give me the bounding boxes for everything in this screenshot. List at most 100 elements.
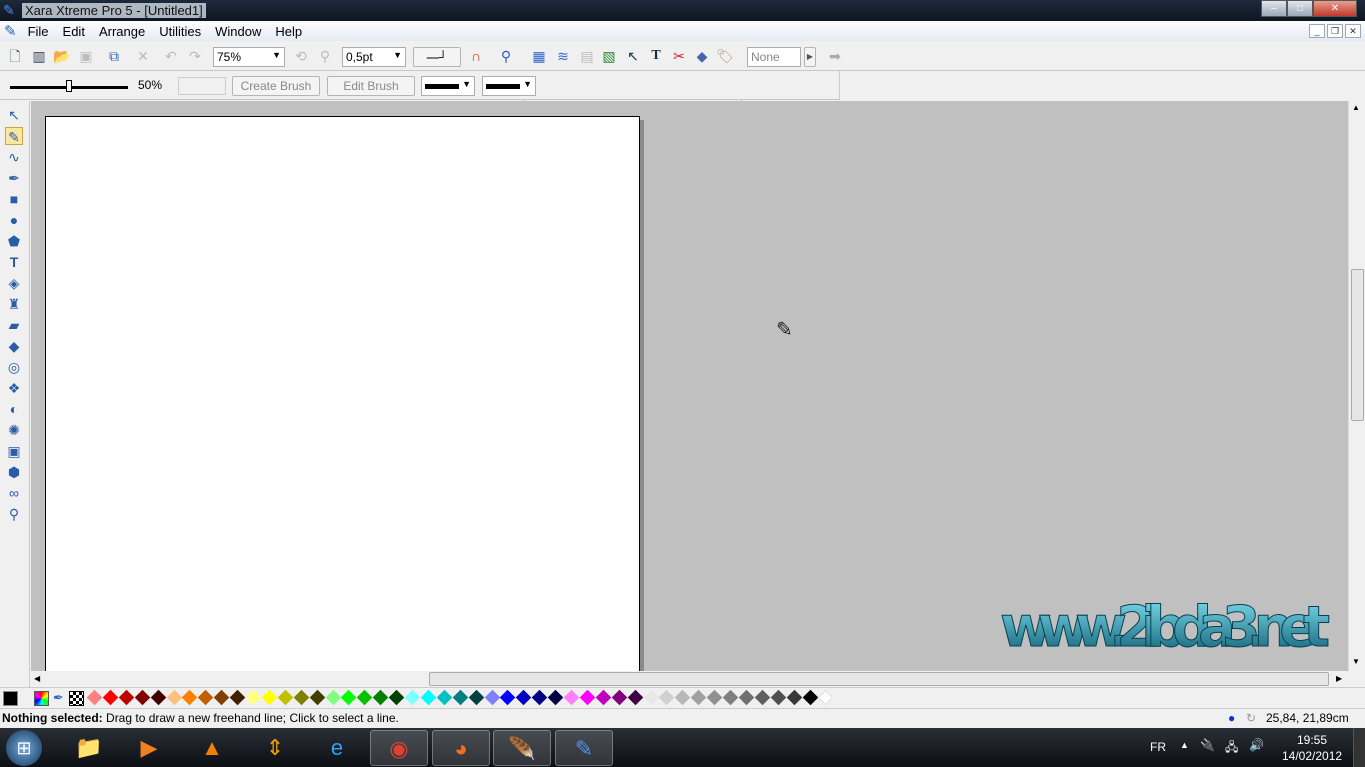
start-button[interactable]: ⊞: [6, 730, 42, 766]
bitmap-gallery-icon[interactable]: ▧: [600, 47, 618, 65]
shape-editor-tool-icon[interactable]: ✒: [5, 169, 23, 187]
dotted-path-icon[interactable]: ⚲: [497, 47, 515, 65]
colour-swatch[interactable]: [341, 689, 357, 706]
taskbar-vlc-button[interactable]: ▲: [183, 730, 241, 766]
horizontal-scroll-thumb[interactable]: [429, 672, 1329, 686]
forward-arrow-icon[interactable]: ➡: [826, 47, 844, 65]
line-gallery-icon[interactable]: ↖: [624, 47, 642, 65]
colour-gallery-icon[interactable]: ▦: [530, 47, 548, 65]
colour-swatch[interactable]: [738, 689, 755, 706]
colour-swatch[interactable]: [643, 689, 659, 706]
show-hidden-icons-icon[interactable]: ▲: [1180, 740, 1189, 750]
colour-swatch[interactable]: [372, 689, 389, 706]
name-gallery-icon[interactable]: 🏷: [716, 47, 734, 65]
colour-swatch[interactable]: [818, 689, 834, 706]
colour-swatch[interactable]: [102, 689, 119, 706]
name-combo[interactable]: None: [747, 47, 801, 67]
line-width-combo[interactable]: 0,5pt ▼: [342, 47, 406, 67]
colour-swatch[interactable]: [595, 689, 612, 706]
colour-swatch[interactable]: [500, 689, 516, 706]
colour-swatch[interactable]: [213, 689, 230, 706]
colour-swatch[interactable]: [770, 689, 786, 706]
colour-swatch[interactable]: [118, 689, 135, 706]
colour-swatch[interactable]: [468, 689, 484, 706]
scroll-right-icon[interactable]: ▶: [1336, 674, 1342, 683]
colour-swatch[interactable]: [675, 689, 691, 706]
slider-handle[interactable]: [66, 80, 72, 92]
minimize-button[interactable]: –: [1261, 0, 1287, 17]
colour-swatch[interactable]: [245, 689, 262, 706]
colour-swatch[interactable]: [452, 689, 468, 706]
language-indicator[interactable]: FR: [1150, 740, 1166, 754]
colour-swatch[interactable]: [436, 689, 453, 706]
colour-swatch[interactable]: [579, 689, 596, 706]
menu-utilities[interactable]: Utilities: [152, 24, 208, 39]
colour-swatch[interactable]: [150, 689, 166, 706]
colour-swatch[interactable]: [229, 689, 246, 706]
new-document-icon[interactable]: 🗋: [6, 47, 24, 65]
create-brush-button[interactable]: Create Brush: [232, 76, 320, 96]
colour-swatch[interactable]: [166, 689, 182, 706]
line-style-button[interactable]: ⎯⎯┘: [413, 47, 461, 67]
mould-tool-icon[interactable]: ▰: [5, 316, 23, 334]
taskbar-explorer-button[interactable]: 📁: [60, 730, 118, 766]
colour-swatch[interactable]: [484, 689, 500, 706]
scroll-left-icon[interactable]: ◀: [34, 674, 40, 683]
document-page[interactable]: [45, 116, 640, 671]
colour-swatch[interactable]: [611, 689, 627, 706]
zoom-combo[interactable]: 75% ▼: [213, 47, 285, 67]
clipart-gallery-icon[interactable]: ✂: [670, 47, 688, 65]
previous-zoom-icon[interactable]: ⟲: [292, 47, 310, 65]
open-file-icon[interactable]: 📂: [53, 47, 71, 65]
doc-close-button[interactable]: ✕: [1345, 24, 1361, 38]
vertical-scroll-thumb[interactable]: [1351, 269, 1364, 421]
colour-swatch[interactable]: [388, 689, 405, 706]
font-gallery-icon[interactable]: T: [647, 47, 665, 65]
colour-swatch[interactable]: [277, 689, 294, 706]
doc-minimize-button[interactable]: _: [1309, 24, 1325, 38]
brush-start-combo[interactable]: ▼: [421, 76, 475, 96]
scroll-up-icon[interactable]: ▲: [1352, 103, 1360, 112]
colour-swatch[interactable]: [309, 689, 325, 706]
menu-edit[interactable]: Edit: [56, 24, 92, 39]
ellipse-tool-icon[interactable]: ●: [5, 211, 23, 229]
layer-gallery-icon[interactable]: ≋: [554, 47, 572, 65]
live-effects-tool-icon[interactable]: ✺: [5, 421, 23, 439]
colour-swatch[interactable]: [547, 689, 564, 706]
taskbar-media-player-button[interactable]: ▶: [120, 730, 178, 766]
scroll-down-icon[interactable]: ▼: [1352, 657, 1360, 666]
network-icon[interactable]: 🖧: [1225, 738, 1238, 759]
taskbar-firefox-button[interactable]: ◕: [432, 730, 490, 766]
horizontal-scrollbar[interactable]: ◀ ▶: [31, 671, 1365, 687]
frame-gallery-icon[interactable]: ▤: [578, 47, 596, 65]
edit-brush-button[interactable]: Edit Brush: [327, 76, 415, 96]
taskbar-xara-button[interactable]: ✎: [555, 730, 613, 766]
drawing-canvas[interactable]: ✎ www.2ibda3.net: [31, 101, 1348, 671]
undo-icon[interactable]: ↶: [162, 47, 180, 65]
taskbar-chrome-button[interactable]: ◉: [370, 730, 428, 766]
redo-icon[interactable]: ↷: [186, 47, 204, 65]
taskbar-feather-app-button[interactable]: 🪶: [493, 730, 551, 766]
colour-swatch[interactable]: [182, 689, 198, 706]
contour-tool-icon[interactable]: ◎: [5, 358, 23, 376]
shadow-tool-icon[interactable]: ∞: [5, 484, 23, 502]
save-icon[interactable]: ▣: [77, 47, 95, 65]
import-icon[interactable]: ⧉: [105, 47, 123, 65]
colour-swatch[interactable]: [627, 689, 643, 706]
3d-extrude-tool-icon[interactable]: ⬢: [5, 463, 23, 481]
selector-tool-icon[interactable]: ↖: [5, 106, 23, 124]
zoom-to-icon[interactable]: ⚲: [316, 47, 334, 65]
colour-swatch[interactable]: [261, 689, 278, 706]
blend-tool-icon[interactable]: ❖: [5, 379, 23, 397]
colour-swatch[interactable]: [802, 689, 818, 706]
transparency-tool-icon[interactable]: ♜: [5, 295, 23, 313]
freehand-tool-icon[interactable]: ✎: [5, 127, 23, 145]
colour-swatch[interactable]: [706, 689, 723, 706]
colour-swatch[interactable]: [404, 689, 421, 706]
colour-swatch[interactable]: [420, 689, 437, 706]
feather-tool-icon[interactable]: ◐: [5, 400, 23, 418]
zoom-tool-icon[interactable]: ⚲: [5, 505, 23, 523]
close-button[interactable]: ✕: [1313, 0, 1357, 17]
show-desktop-button[interactable]: [1353, 728, 1365, 767]
colour-swatch[interactable]: [659, 689, 675, 706]
